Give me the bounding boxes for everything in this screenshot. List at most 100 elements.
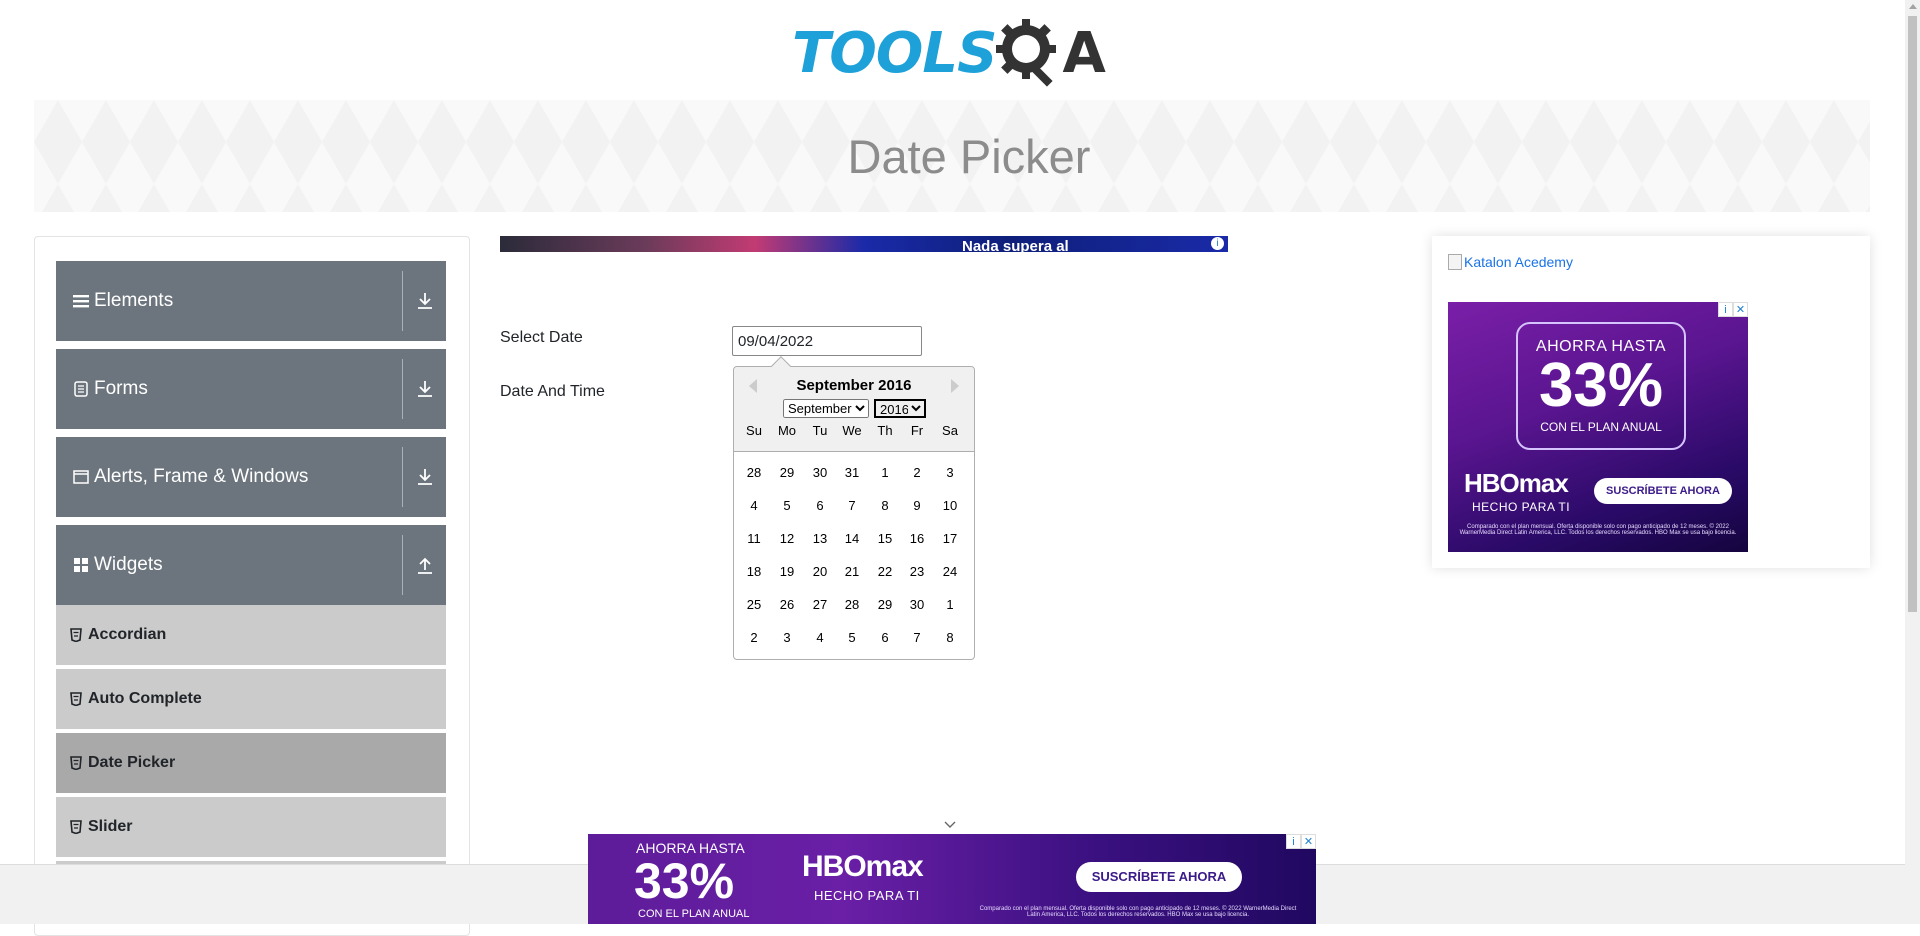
sidebar-item-slider[interactable]: Slider [56,797,446,859]
calendar-day[interactable]: 8 [934,625,966,651]
weekday-label: We [842,423,862,438]
weekday-label: Fr [910,423,924,438]
subscribe-button[interactable]: SUSCRÍBETE AHORA [1076,862,1242,892]
calendar-day[interactable]: 3 [771,625,803,651]
scroll-up-icon[interactable] [1909,4,1917,9]
calendar-day[interactable]: 10 [934,493,966,519]
calendar-day[interactable]: 31 [836,460,868,486]
sidebar-item-label: Date Picker [88,754,176,771]
calendar-day[interactable]: 4 [804,625,836,651]
calendar-day[interactable]: 29 [771,460,803,486]
subscribe-button[interactable]: SUSCRÍBETE AHORA [1594,478,1732,504]
calendar-day[interactable]: 14 [836,526,868,552]
calendar-day[interactable]: 1 [869,460,901,486]
ad-fine-print: Comparado con el plan mensual. Oferta di… [1459,524,1737,536]
calendar-day[interactable]: 16 [901,526,933,552]
close-icon[interactable]: ✕ [1733,302,1748,317]
download-icon[interactable] [414,290,436,312]
download-icon[interactable] [414,466,436,488]
calendar-day[interactable]: 17 [934,526,966,552]
page-title: Date Picker [847,129,1091,183]
window-icon [72,468,90,486]
calendar-day[interactable]: 29 [869,592,901,618]
year-select[interactable]: 2016 [874,399,926,418]
calendar-header: September 2016 September 2016 Su Mo Tu W… [734,367,974,452]
upload-icon[interactable] [414,554,436,576]
sidebar-item-label: Auto Complete [88,690,202,707]
calendar-day[interactable]: 2 [901,460,933,486]
calendar-day[interactable]: 13 [804,526,836,552]
form-icon [72,380,90,398]
calendar-day[interactable]: 30 [804,460,836,486]
divider [402,359,403,419]
calendar-day[interactable]: 1 [934,592,966,618]
group-header-alerts[interactable]: Alerts, Frame & Windows [56,437,446,517]
calendar-day[interactable]: 7 [901,625,933,651]
offer-box: AHORRA HASTA 33% CON EL PLAN ANUAL [1516,322,1686,450]
scroll-thumb[interactable] [1908,16,1917,612]
calendar-day[interactable]: 28 [738,460,770,486]
calendar-day[interactable]: 21 [836,559,868,585]
calendar-day[interactable]: 3 [934,460,966,486]
calendar-day[interactable]: 28 [836,592,868,618]
calendar-day[interactable]: 30 [901,592,933,618]
weekday-label: Th [877,423,893,438]
calendar-day[interactable]: 6 [804,493,836,519]
calendar-day[interactable]: 8 [869,493,901,519]
weekday-label: Su [746,423,762,438]
calendar-month-title: September 2016 [796,377,912,394]
calendar-day[interactable]: 20 [804,559,836,585]
ad-info-icon[interactable]: i [1211,237,1224,250]
calendar-day[interactable]: 11 [738,526,770,552]
group-header-widgets[interactable]: Widgets [56,525,446,605]
calendar-day[interactable]: 2 [738,625,770,651]
katalon-academy-link[interactable]: Katalon Acedemy [1448,254,1573,270]
group-label: Forms [94,378,148,399]
calendar-day[interactable]: 15 [869,526,901,552]
weekday-label: Tu [812,423,828,438]
bottom-hbomax-ad[interactable]: AHORRA HASTA 33% CON EL PLAN ANUAL HBOma… [588,834,1316,924]
calendar-day[interactable]: 25 [738,592,770,618]
group-header-forms[interactable]: Forms [56,349,446,429]
sidebar-item-accordian[interactable]: Accordian [56,605,446,667]
hamburger-icon [72,292,90,310]
right-ad-panel: Katalon Acedemy AHORRA HASTA 33% CON EL … [1432,236,1870,568]
sidebar-item-date-picker[interactable]: Date Picker [56,733,446,795]
calendar-day[interactable]: 26 [771,592,803,618]
offer-percent: 33% [634,853,735,909]
broken-image-icon [1448,254,1462,270]
group-header-elements[interactable]: Elements [56,261,446,341]
sidebar-item-auto-complete[interactable]: Auto Complete [56,669,446,731]
calendar-day[interactable]: 23 [901,559,933,585]
calendar-day[interactable]: 5 [836,625,868,651]
hbomax-ad[interactable]: AHORRA HASTA 33% CON EL PLAN ANUAL HBOma… [1448,302,1748,552]
top-ad-banner[interactable]: Nada supera al i [500,236,1228,252]
date-picker-input[interactable] [732,326,922,356]
divider [402,535,403,595]
download-icon[interactable] [414,378,436,400]
calendar-day[interactable]: 6 [869,625,901,651]
calendar-day[interactable]: 7 [836,493,868,519]
calendar-day[interactable]: 18 [738,559,770,585]
month-select[interactable]: September [783,399,869,418]
calendar-day[interactable]: 27 [804,592,836,618]
calendar-day[interactable]: 19 [771,559,803,585]
calendar-day[interactable]: 9 [901,493,933,519]
date-and-time-label: Date And Time [500,383,605,400]
calendar-day[interactable]: 5 [771,493,803,519]
calendar-day[interactable]: 12 [771,526,803,552]
toolsqa-logo[interactable]: TOOLS A [792,14,1106,92]
ad-info-icon[interactable]: i [1718,302,1733,317]
sidebar-item-label: Slider [88,818,133,835]
offer-percent: 33% [1538,351,1664,420]
chevron-down-icon[interactable] [943,818,957,832]
calendar-day[interactable]: 24 [934,559,966,585]
next-month-icon[interactable] [951,379,959,393]
ad-tagline: HECHO PARA TI [1472,500,1571,514]
ad-info-icon[interactable]: i [1286,834,1301,849]
page-scrollbar[interactable] [1905,0,1920,924]
left-panel: Elements Forms Alerts, Frame & Windows W… [34,236,470,936]
calendar-day[interactable]: 4 [738,493,770,519]
close-icon[interactable]: ✕ [1301,834,1316,849]
calendar-day[interactable]: 22 [869,559,901,585]
